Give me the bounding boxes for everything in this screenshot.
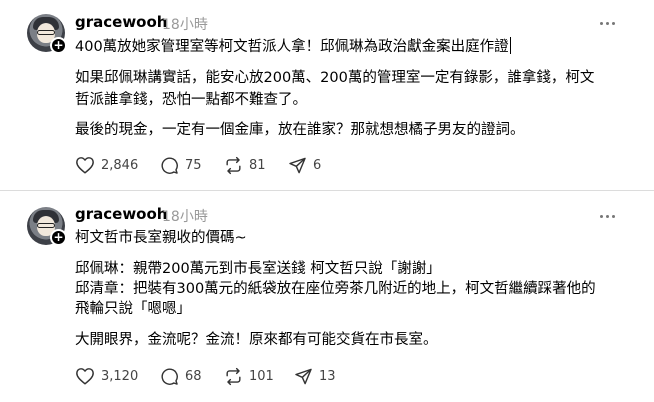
post-headline: 柯文哲市長室親收的價碼~ xyxy=(75,230,247,246)
share-icon xyxy=(289,157,306,173)
more-options-icon[interactable] xyxy=(597,15,617,31)
post-headline: 400萬放她家管理室等柯文哲派人拿！邱佩琳為政治獻金案出庭作證 xyxy=(75,37,511,55)
post-body-line: 最後的現金，一定有一個金庫，放在誰家？那就想想橘子男友的證詞。 xyxy=(75,122,525,138)
repost-icon xyxy=(226,156,241,174)
comment-count: 68 xyxy=(185,368,202,384)
post-timestamp[interactable]: 18小時 xyxy=(162,206,208,226)
comment-button[interactable]: 75 xyxy=(160,156,224,175)
post-body-line: 邱佩琳：親帶200萬元到市長室送錢 柯文哲只說「謝謝」 xyxy=(75,261,441,277)
like-count: 2,846 xyxy=(101,157,139,173)
comment-icon xyxy=(161,157,178,174)
post-actions: 2,846 75 81 6 xyxy=(75,155,321,175)
like-button[interactable]: 3,120 xyxy=(75,367,160,385)
post-actions: 3,120 68 101 13 xyxy=(75,366,336,386)
share-icon xyxy=(295,368,312,384)
text-caret xyxy=(509,37,511,54)
post-body-line: 大開眼界，金流呢？金流！原來都有可能交貨在市長室。 xyxy=(75,332,438,348)
post-body-line: 如果邱佩琳講實話，能安心放200萬、200萬的管理室一定有錄影，誰拿錢，柯文 xyxy=(75,70,595,86)
repost-button[interactable]: 101 xyxy=(224,367,294,386)
heart-icon xyxy=(76,157,94,174)
post-body-line: 飛輪只說「嗯嗯」 xyxy=(75,301,191,317)
heart-icon xyxy=(76,368,94,385)
comment-icon xyxy=(161,368,178,385)
like-count: 3,120 xyxy=(101,368,139,384)
comment-count: 75 xyxy=(185,157,202,173)
share-button[interactable]: 13 xyxy=(294,367,336,386)
repost-icon xyxy=(226,367,241,385)
username[interactable]: gracewooh xyxy=(75,205,167,223)
follow-plus-icon[interactable]: + xyxy=(50,229,67,246)
more-options-icon[interactable] xyxy=(597,208,617,224)
post-body-line: 哲派誰拿錢，恐怕一點都不難查了。 xyxy=(75,92,307,108)
follow-plus-icon[interactable]: + xyxy=(50,37,67,54)
share-count: 6 xyxy=(313,157,322,173)
share-count: 13 xyxy=(319,368,336,384)
post: + gracewooh 18小時 柯文哲市長室親收的價碼~ 邱佩琳：親帶200萬… xyxy=(0,191,654,402)
like-button[interactable]: 2,846 xyxy=(75,156,160,174)
post-timestamp[interactable]: 18小時 xyxy=(162,14,208,34)
post: + gracewooh 18小時 400萬放她家管理室等柯文哲派人拿！邱佩琳為政… xyxy=(0,0,654,190)
repost-count: 81 xyxy=(249,157,266,173)
repost-button[interactable]: 81 xyxy=(224,156,288,175)
post-body-line: 邱清章：把裝有300萬元的紙袋放在座位旁茶几附近的地上，柯文哲繼續踩著他的 xyxy=(75,281,596,297)
repost-count: 101 xyxy=(249,368,274,384)
username[interactable]: gracewooh xyxy=(75,13,167,31)
share-button[interactable]: 6 xyxy=(288,156,321,175)
comment-button[interactable]: 68 xyxy=(160,367,224,386)
